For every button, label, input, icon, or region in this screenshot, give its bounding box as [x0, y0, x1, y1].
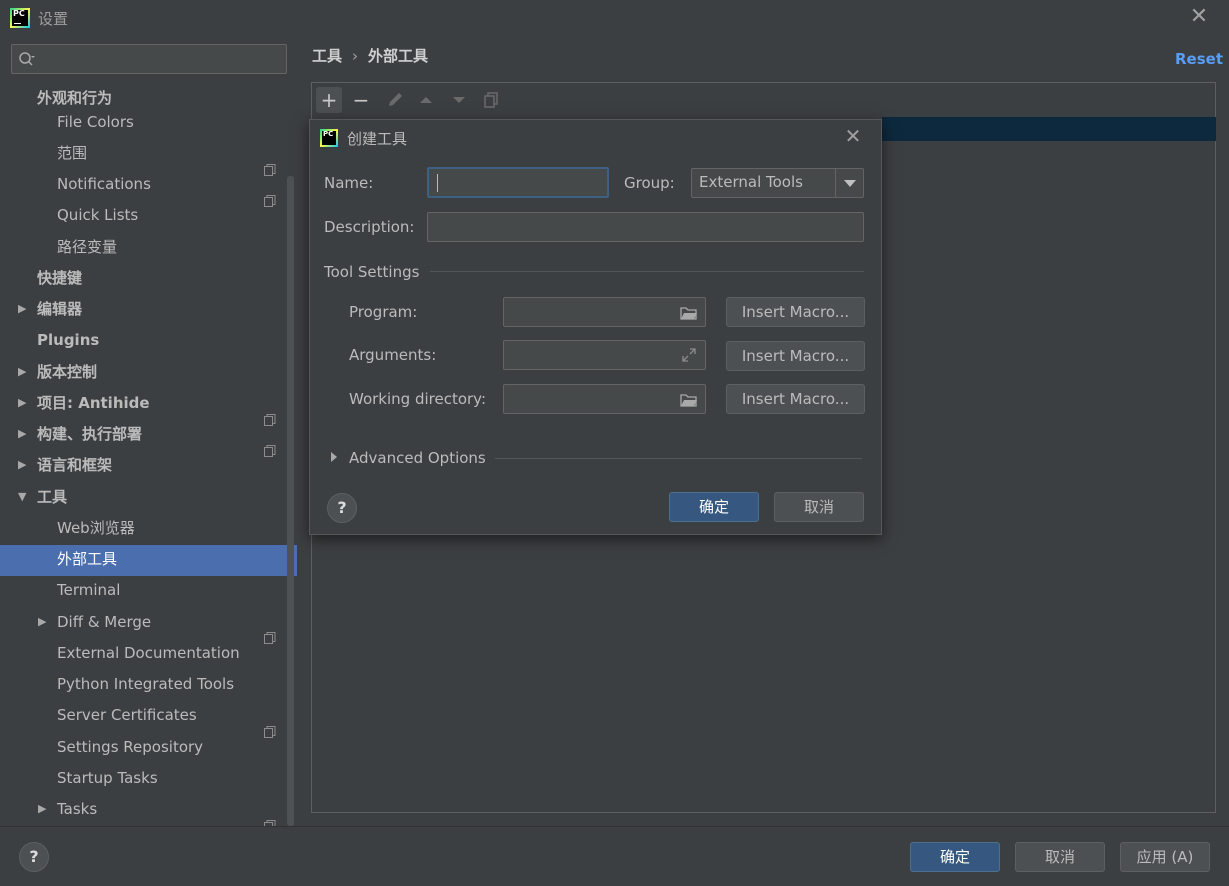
working-directory-input[interactable] — [503, 384, 706, 414]
copy-icon[interactable] — [478, 87, 504, 113]
expand-arrow-icon[interactable]: ▶ — [18, 396, 28, 409]
pycharm-logo-icon: PC — [10, 8, 30, 28]
dialog-cancel-button[interactable]: 取消 — [774, 492, 864, 522]
expand-arrow-icon[interactable]: ▶ — [18, 302, 28, 315]
tools-toolbar: + − — [312, 83, 1215, 116]
search-input[interactable] — [48, 48, 278, 70]
group-label: Group: — [624, 174, 675, 192]
project-scope-icon — [264, 445, 276, 457]
breadcrumb: 工具 › 外部工具 — [312, 45, 428, 66]
tree-item-vcs[interactable]: 版本控制 — [37, 358, 97, 389]
add-tool-button[interactable]: + — [316, 87, 342, 113]
pycharm-logo-icon: PC — [320, 129, 338, 147]
tree-item-terminal[interactable]: Terminal — [57, 576, 120, 607]
edit-pencil-icon[interactable] — [382, 87, 408, 113]
reset-link[interactable]: Reset — [1175, 50, 1223, 68]
group-value: External Tools — [699, 173, 803, 191]
project-scope-icon — [264, 195, 276, 207]
description-input[interactable] — [427, 212, 864, 242]
advanced-options-toggle[interactable]: Advanced Options — [349, 449, 486, 467]
project-scope-icon — [264, 726, 276, 738]
settings-sidebar: 外观和行为 File Colors 范围 Notifications Quick… — [0, 36, 297, 863]
expand-arrow-icon[interactable]: ▶ — [18, 365, 28, 378]
window-close-icon[interactable]: ✕ — [1188, 6, 1210, 28]
tree-item-tools[interactable]: 工具 — [37, 483, 67, 514]
help-button[interactable]: ? — [19, 842, 49, 872]
tree-item-external-docs[interactable]: External Documentation — [57, 639, 240, 670]
ok-button[interactable]: 确定 — [910, 842, 1000, 872]
tree-item-editor[interactable]: 编辑器 — [37, 295, 82, 326]
expand-icon[interactable] — [682, 348, 696, 362]
working-directory-label: Working directory: — [349, 390, 487, 408]
expand-arrow-icon[interactable]: ▶ — [18, 458, 28, 471]
search-icon — [19, 52, 35, 66]
move-down-icon[interactable] — [446, 87, 472, 113]
remove-tool-button[interactable]: − — [348, 87, 374, 113]
folder-icon[interactable] — [680, 306, 698, 320]
program-input[interactable] — [503, 297, 706, 327]
tree-item-settings-repo[interactable]: Settings Repository — [57, 733, 203, 764]
tools-list-selected-row[interactable] — [882, 117, 1216, 141]
tool-settings-heading: Tool Settings — [324, 263, 420, 281]
window-title: 设置 — [38, 10, 69, 28]
breadcrumb-separator: › — [352, 47, 359, 65]
breadcrumb-parent[interactable]: 工具 — [312, 47, 342, 65]
arguments-input[interactable] — [503, 340, 706, 370]
dialog-close-icon[interactable]: ✕ — [843, 126, 863, 146]
expand-arrow-icon[interactable]: ▶ — [38, 615, 48, 628]
title-bar: PC 设置 ✕ — [0, 0, 1229, 36]
breadcrumb-current: 外部工具 — [368, 47, 429, 65]
tree-item-server-certs[interactable]: Server Certificates — [57, 701, 197, 732]
project-scope-icon — [264, 632, 276, 644]
program-label: Program: — [349, 303, 418, 321]
move-up-icon[interactable] — [413, 87, 439, 113]
section-divider — [430, 271, 864, 272]
section-divider — [495, 458, 862, 459]
tree-item-tasks[interactable]: Tasks — [57, 795, 97, 826]
working-directory-insert-macro-button[interactable]: Insert Macro... — [726, 384, 865, 414]
cancel-button[interactable]: 取消 — [1015, 842, 1105, 872]
tree-item-keymap[interactable]: 快捷键 — [37, 264, 82, 295]
name-label: Name: — [324, 174, 374, 192]
tree-item-web-browsers[interactable]: Web浏览器 — [57, 514, 135, 545]
group-combobox[interactable]: External Tools — [691, 168, 864, 198]
tree-item-external-tools[interactable]: 外部工具 — [0, 545, 297, 576]
folder-icon[interactable] — [680, 393, 698, 407]
name-input[interactable] — [427, 167, 609, 198]
arguments-insert-macro-button[interactable]: Insert Macro... — [726, 341, 865, 371]
collapse-arrow-icon[interactable]: ▼ — [18, 490, 28, 503]
description-label: Description: — [324, 218, 415, 236]
create-tool-dialog: PC 创建工具 ✕ Name: Group: External Tools De… — [309, 119, 882, 535]
program-insert-macro-button[interactable]: Insert Macro... — [726, 297, 865, 327]
expand-arrow-icon[interactable]: ▶ — [18, 427, 28, 440]
tree-item-notifications[interactable]: Notifications — [57, 170, 151, 201]
tree-item-languages[interactable]: 语言和框架 — [37, 451, 112, 482]
tree-item-file-colors[interactable]: File Colors — [57, 108, 134, 139]
tree-item-build[interactable]: 构建、执行部署 — [37, 420, 142, 451]
chevron-down-icon — [844, 180, 856, 187]
tree-item-plugins[interactable]: Plugins — [37, 326, 99, 357]
arguments-label: Arguments: — [349, 346, 437, 364]
sidebar-scrollbar[interactable] — [287, 176, 294, 826]
group-dropdown-button[interactable] — [835, 169, 863, 197]
project-scope-icon — [264, 164, 276, 176]
dialog-title: 创建工具 — [347, 130, 408, 148]
tree-item-startup-tasks[interactable]: Startup Tasks — [57, 764, 158, 795]
expand-arrow-icon[interactable]: ▶ — [38, 802, 48, 815]
apply-button[interactable]: 应用 (A) — [1120, 842, 1210, 872]
tree-item-diff-merge[interactable]: Diff & Merge — [57, 608, 151, 639]
tree-item-scopes[interactable]: 范围 — [57, 139, 87, 170]
project-scope-icon — [264, 414, 276, 426]
footer-bar: ? 确定 取消 应用 (A) — [0, 826, 1229, 886]
tree-item-python-tools[interactable]: Python Integrated Tools — [57, 670, 234, 701]
dialog-help-button[interactable]: ? — [327, 493, 357, 523]
text-caret — [437, 174, 438, 192]
search-box[interactable] — [11, 44, 287, 74]
expand-arrow-icon[interactable] — [331, 452, 337, 462]
tree-item-project[interactable]: 项目: Antihide — [37, 389, 150, 420]
tree-item-path-variables[interactable]: 路径变量 — [57, 233, 117, 264]
dialog-ok-button[interactable]: 确定 — [669, 492, 759, 522]
tree-item-quick-lists[interactable]: Quick Lists — [57, 201, 138, 232]
